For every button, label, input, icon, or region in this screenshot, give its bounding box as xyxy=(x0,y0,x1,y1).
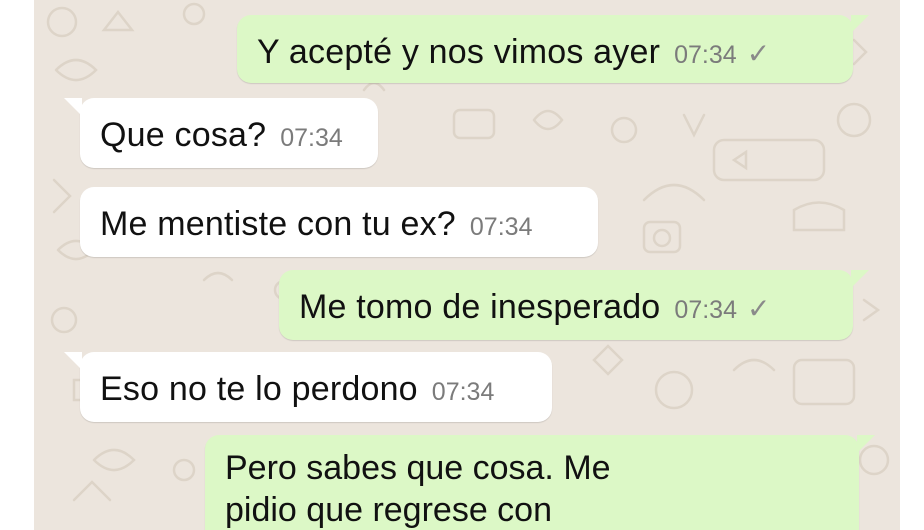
message-timestamp: 07:34 xyxy=(469,213,533,241)
bubble-tail xyxy=(851,15,869,33)
check-icon: ✓ xyxy=(746,293,771,324)
incoming-message[interactable]: Que cosa? 07:34 xyxy=(64,98,378,168)
message-text: Me mentiste con tu ex? xyxy=(100,205,456,243)
message-timestamp: 07:34 xyxy=(280,124,343,152)
message-timestamp: 07:34 xyxy=(674,296,737,324)
message-text-line: pidio que regrese con xyxy=(225,491,553,529)
outgoing-message[interactable]: Me tomo de inesperado 07:34 ✓ xyxy=(279,270,869,340)
bubble-tail xyxy=(64,98,82,116)
message-text: Eso no te lo perdono xyxy=(100,370,418,408)
bubble-tail xyxy=(857,435,875,453)
message-text: Que cosa? xyxy=(100,116,267,154)
message-text: Me tomo de inesperado xyxy=(299,288,661,326)
incoming-message[interactable]: Eso no te lo perdono 07:34 xyxy=(64,352,552,422)
message-timestamp: 07:34 xyxy=(674,41,737,69)
outgoing-message[interactable]: Y acepté y nos vimos ayer 07:34 ✓ xyxy=(237,15,869,83)
message-timestamp: 07:34 xyxy=(431,378,495,406)
bubble-tail xyxy=(851,270,869,288)
message-text-line: Pero sabes que cosa. Me xyxy=(225,449,611,487)
outgoing-message[interactable]: Pero sabes que cosa. Me pidio que regres… xyxy=(205,435,875,530)
bubble-tail xyxy=(64,352,82,370)
chat-background: Y acepté y nos vimos ayer 07:34 ✓ Que co… xyxy=(34,0,900,530)
incoming-message[interactable]: Me mentiste con tu ex? 07:34 xyxy=(80,187,598,257)
message-text: Y acepté y nos vimos ayer xyxy=(257,33,661,71)
check-icon: ✓ xyxy=(746,38,771,69)
